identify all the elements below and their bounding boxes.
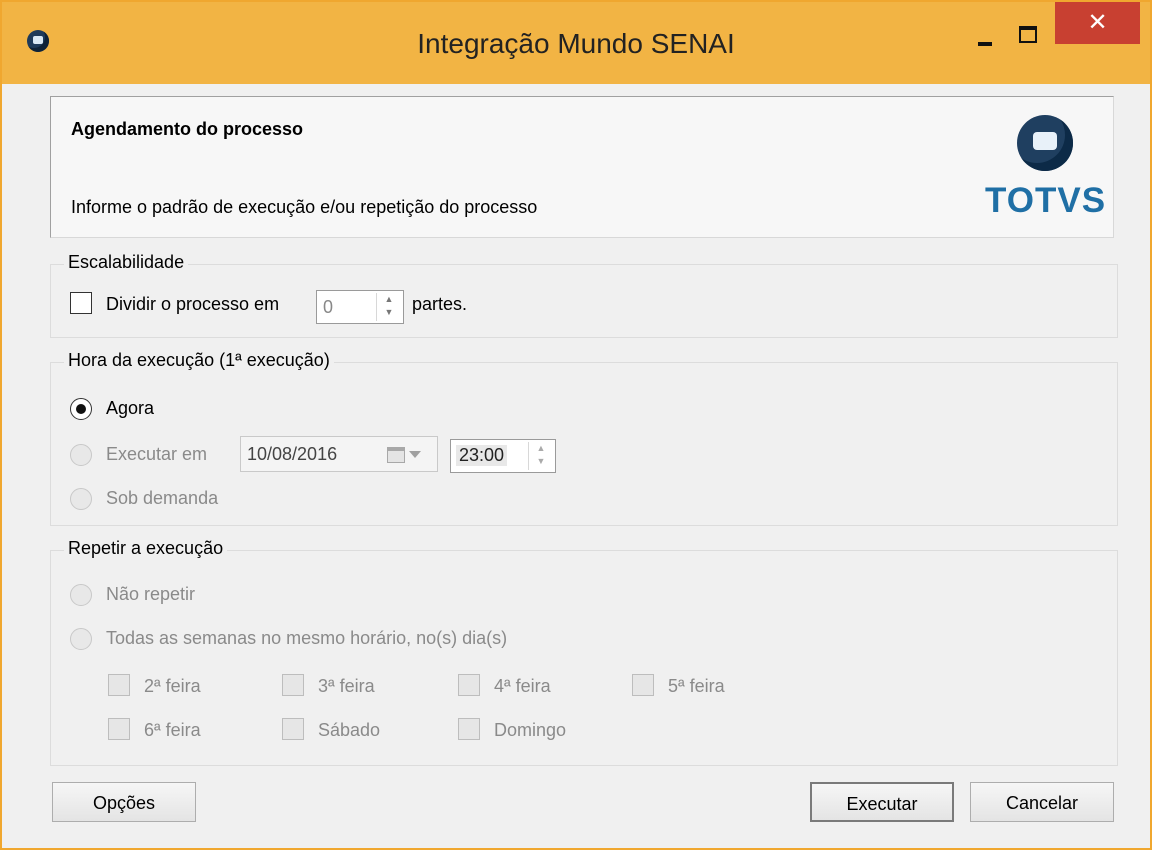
parts-stepper[interactable]: 0 ▲ ▼ (316, 290, 404, 324)
chevron-down-icon[interactable] (409, 451, 421, 458)
minimize-icon[interactable] (964, 12, 1004, 52)
day-checkbox-sexta[interactable] (108, 718, 130, 740)
parts-value: 0 (323, 297, 334, 317)
opcoes-button[interactable]: Opções (52, 782, 196, 822)
day-label-terca: 3ª feira (318, 676, 375, 696)
executar-em-label: Executar em (106, 444, 208, 464)
close-icon[interactable]: ✕ (1055, 2, 1140, 44)
day-checkbox-quinta[interactable] (632, 674, 654, 696)
executar-button[interactable]: Executar (810, 782, 954, 822)
repetir-execucao-group (50, 550, 1118, 766)
date-picker[interactable]: 10/08/2016 (240, 436, 438, 472)
stepper-arrows-icon[interactable]: ▲ ▼ (376, 293, 401, 321)
totvs-logo-text: TOTVS (985, 181, 1107, 220)
day-label-quarta: 4ª feira (494, 676, 551, 696)
time-stepper-arrows-icon[interactable]: ▲ ▼ (528, 442, 553, 470)
day-checkbox-segunda[interactable] (108, 674, 130, 696)
day-label-domingo: Domingo (494, 720, 567, 740)
time-value: 23:00 (456, 445, 508, 466)
sob-demanda-label: Sob demanda (106, 488, 219, 508)
escalabilidade-label: Escalabilidade (64, 252, 189, 273)
header-title: Agendamento do processo (71, 119, 304, 139)
date-value: 10/08/2016 (247, 444, 338, 464)
executar-em-radio[interactable] (70, 444, 92, 466)
header-panel: Agendamento do processo Informe o padrão… (50, 96, 1114, 238)
totvs-logo-icon (1017, 115, 1073, 171)
todas-semanas-radio[interactable] (70, 628, 92, 650)
hora-execucao-label: Hora da execução (1ª execução) (64, 350, 334, 371)
sob-demanda-radio[interactable] (70, 488, 92, 510)
day-checkbox-domingo[interactable] (458, 718, 480, 740)
dialog-window: Integração Mundo SENAI ✕ Agendamento do … (0, 0, 1152, 850)
repetir-execucao-label: Repetir a execução (64, 538, 228, 559)
dividir-processo-checkbox[interactable] (70, 292, 92, 314)
nao-repetir-label: Não repetir (106, 584, 196, 604)
day-checkbox-sabado[interactable] (282, 718, 304, 740)
cancelar-button[interactable]: Cancelar (970, 782, 1114, 822)
day-label-sabado: Sábado (318, 720, 381, 740)
title-bar[interactable]: Integração Mundo SENAI ✕ (2, 2, 1150, 84)
dividir-processo-label: Dividir o processo em (106, 294, 280, 314)
agora-label: Agora (106, 398, 155, 418)
day-checkbox-terca[interactable] (282, 674, 304, 696)
todas-semanas-label: Todas as semanas no mesmo horário, no(s)… (106, 628, 508, 648)
maximize-icon[interactable] (1006, 12, 1046, 52)
time-stepper[interactable]: 23:00 ▲ ▼ (450, 439, 556, 473)
day-label-sexta: 6ª feira (144, 720, 201, 740)
header-subtitle: Informe o padrão de execução e/ou repeti… (71, 197, 538, 217)
parts-suffix: partes. (412, 294, 468, 314)
calendar-icon[interactable] (387, 447, 405, 463)
day-checkbox-quarta[interactable] (458, 674, 480, 696)
nao-repetir-radio[interactable] (70, 584, 92, 606)
agora-radio[interactable] (70, 398, 92, 420)
day-label-segunda: 2ª feira (144, 676, 201, 696)
day-label-quinta: 5ª feira (668, 676, 725, 696)
